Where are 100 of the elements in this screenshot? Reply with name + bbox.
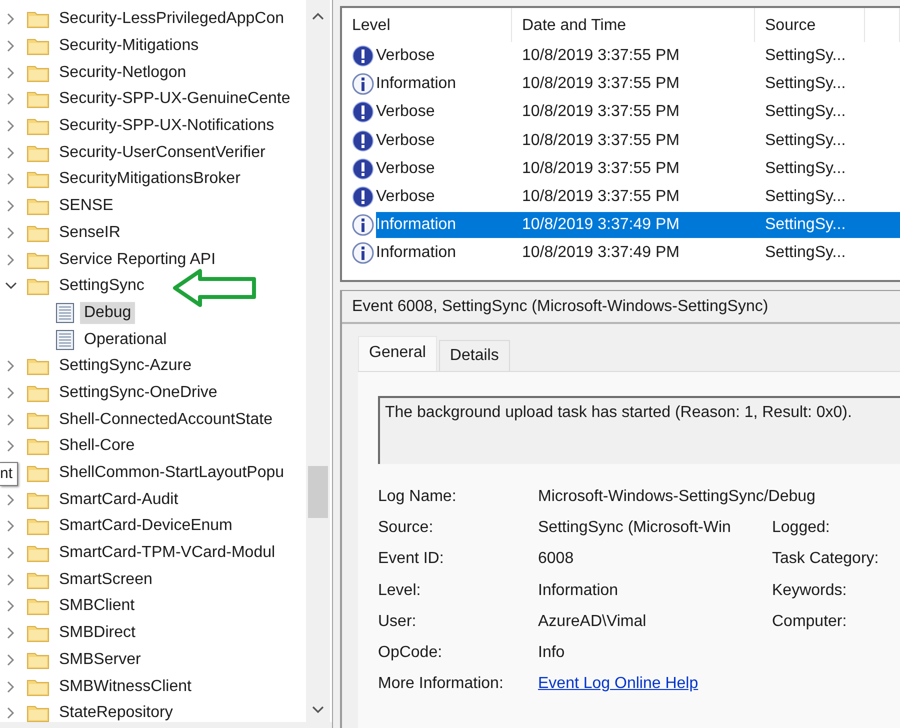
folder-icon <box>27 570 49 589</box>
folder-icon <box>27 197 49 216</box>
expand-chevron-icon[interactable] <box>7 254 15 266</box>
table-cell: 10/8/2019 3:37:55 PM <box>522 103 680 120</box>
table-row[interactable]: Verbose 10/8/2019 3:37:55 PM SettingSy... <box>376 43 900 70</box>
table-cell: SettingSy... <box>765 132 846 149</box>
exclamation-icon <box>352 130 374 152</box>
expand-chevron-icon[interactable] <box>7 360 15 372</box>
field-value: 6008 <box>538 550 574 568</box>
table-row[interactable]: Information 10/8/2019 3:37:49 PM SettingSy... <box>376 240 900 266</box>
tree-item[interactable]: SMBDirect <box>59 623 136 644</box>
folder-icon <box>27 678 49 696</box>
tree-item[interactable]: Security-SPP-UX-Notifications <box>59 116 274 136</box>
tree-item[interactable]: SmartCard-TPM-VCard-Modul <box>59 543 276 564</box>
folder-icon <box>27 490 49 509</box>
tree-item[interactable]: SmartCard-DeviceEnum <box>59 516 232 536</box>
collapse-chevron-icon[interactable] <box>5 282 17 290</box>
tree-item[interactable]: SmartCard-Audit <box>59 490 178 510</box>
tab[interactable]: General <box>358 336 437 371</box>
expand-chevron-icon[interactable] <box>7 680 15 693</box>
table-row[interactable]: Verbose 10/8/2019 3:37:55 PM SettingSy... <box>376 156 900 182</box>
folder-icon <box>27 10 49 28</box>
folder-icon <box>27 410 49 429</box>
tab[interactable]: Details <box>438 340 510 371</box>
tree-item[interactable]: SMBServer <box>59 650 141 670</box>
expand-chevron-icon[interactable] <box>7 173 15 186</box>
column-header[interactable]: Date and Time <box>512 8 755 42</box>
tree-item[interactable]: SmartScreen <box>59 570 152 590</box>
expand-chevron-icon[interactable] <box>7 120 15 132</box>
event-title: Event 6008, SettingSync (Microsoft-Windows-SettingSync) <box>342 291 900 324</box>
folder-icon <box>27 170 49 188</box>
scrollbar-thumb[interactable] <box>308 466 328 518</box>
exclamation-icon <box>352 101 374 124</box>
scroll-up-icon[interactable] <box>312 12 324 20</box>
expand-chevron-icon[interactable] <box>7 40 15 52</box>
tree-item[interactable]: StateRepository <box>59 703 173 724</box>
expand-chevron-icon[interactable] <box>7 440 15 452</box>
tree-item[interactable]: SMBClient <box>59 596 135 616</box>
expand-chevron-icon[interactable] <box>7 494 15 506</box>
table-row[interactable]: Verbose 10/8/2019 3:37:55 PM SettingSy... <box>376 99 900 126</box>
info-icon <box>352 214 374 236</box>
expand-chevron-icon[interactable] <box>7 13 15 26</box>
column-header[interactable]: Level <box>342 8 512 42</box>
expand-chevron-icon[interactable] <box>7 627 15 640</box>
tree-item[interactable]: Service Reporting API <box>59 250 216 270</box>
scroll-down-icon[interactable] <box>312 706 324 714</box>
expand-chevron-icon[interactable] <box>7 574 15 586</box>
exclamation-icon <box>352 158 374 180</box>
table-row[interactable]: Information 10/8/2019 3:37:49 PM SettingSy... <box>376 212 900 238</box>
expand-chevron-icon[interactable] <box>7 600 15 612</box>
table-cell: SettingSy... <box>765 75 846 92</box>
table-cell: Verbose <box>376 188 435 206</box>
expand-chevron-icon[interactable] <box>7 226 15 239</box>
tree-item[interactable]: SettingSync-OneDrive <box>59 382 218 403</box>
tree-item[interactable]: SettingSync-Azure <box>59 356 192 376</box>
expand-chevron-icon[interactable] <box>7 93 15 106</box>
table-cell: Verbose <box>376 47 435 64</box>
expand-chevron-icon[interactable] <box>7 654 15 666</box>
tree-item[interactable]: SMBWitnessClient <box>59 676 192 697</box>
tree-item[interactable]: Security-Netlogon <box>59 62 186 83</box>
tree-item[interactable]: SENSE <box>59 196 114 216</box>
field-label: Keywords: <box>772 582 847 599</box>
tree-item[interactable]: Security-SPP-UX-GenuineCente <box>59 89 290 110</box>
table-cell: Verbose <box>376 132 435 149</box>
expand-chevron-icon[interactable] <box>7 547 15 560</box>
folder-icon <box>27 517 49 536</box>
table-cell: SettingSy... <box>765 103 846 120</box>
tree-item[interactable]: Security-UserConsentVerifier <box>59 142 266 163</box>
tree-item[interactable]: Operational <box>80 328 171 351</box>
field-label: Logged: <box>772 519 830 536</box>
table-cell: Information <box>376 244 456 262</box>
table-cell: Information <box>376 216 456 234</box>
field-label: Source: <box>378 519 434 536</box>
table-row[interactable]: Verbose 10/8/2019 3:37:55 PM SettingSy... <box>376 184 900 210</box>
tree-item[interactable]: Security-Mitigations <box>59 36 199 56</box>
field-label: Computer: <box>772 612 847 630</box>
tree-item[interactable]: ShellCommon-StartLayoutPopu <box>59 463 284 484</box>
table-row[interactable]: Information 10/8/2019 3:37:55 PM SettingSy... <box>376 71 900 98</box>
help-link[interactable]: Event Log Online Help <box>538 675 698 692</box>
expand-chevron-icon[interactable] <box>7 520 15 532</box>
tree-item[interactable]: SecurityMitigationsBroker <box>59 169 240 190</box>
expand-chevron-icon[interactable] <box>7 707 15 720</box>
tree-item[interactable]: SenseIR <box>59 222 120 243</box>
expand-chevron-icon[interactable] <box>7 200 15 212</box>
tree-item[interactable]: Shell-ConnectedAccountState <box>59 410 272 430</box>
expand-chevron-icon[interactable] <box>7 66 15 79</box>
expand-chevron-icon[interactable] <box>7 146 15 159</box>
table-row[interactable]: Verbose 10/8/2019 3:37:55 PM SettingSy... <box>376 128 900 154</box>
folder-icon <box>27 624 49 642</box>
tree-item[interactable]: SettingSync <box>59 276 144 296</box>
column-header[interactable]: Source <box>755 8 865 42</box>
tree-item[interactable]: Debug <box>80 302 136 324</box>
tree-item[interactable]: Security-LessPrivilegedAppCon <box>59 9 284 30</box>
expand-chevron-icon[interactable] <box>7 386 15 399</box>
field-value: SettingSync (Microsoft-Win <box>538 519 731 536</box>
field-value: AzureAD\Vimal <box>538 612 646 630</box>
table-cell: 10/8/2019 3:37:55 PM <box>522 188 680 206</box>
expand-chevron-icon[interactable] <box>7 414 15 426</box>
tree-item[interactable]: Shell-Core <box>59 436 135 456</box>
table-cell: SettingSy... <box>765 244 846 262</box>
